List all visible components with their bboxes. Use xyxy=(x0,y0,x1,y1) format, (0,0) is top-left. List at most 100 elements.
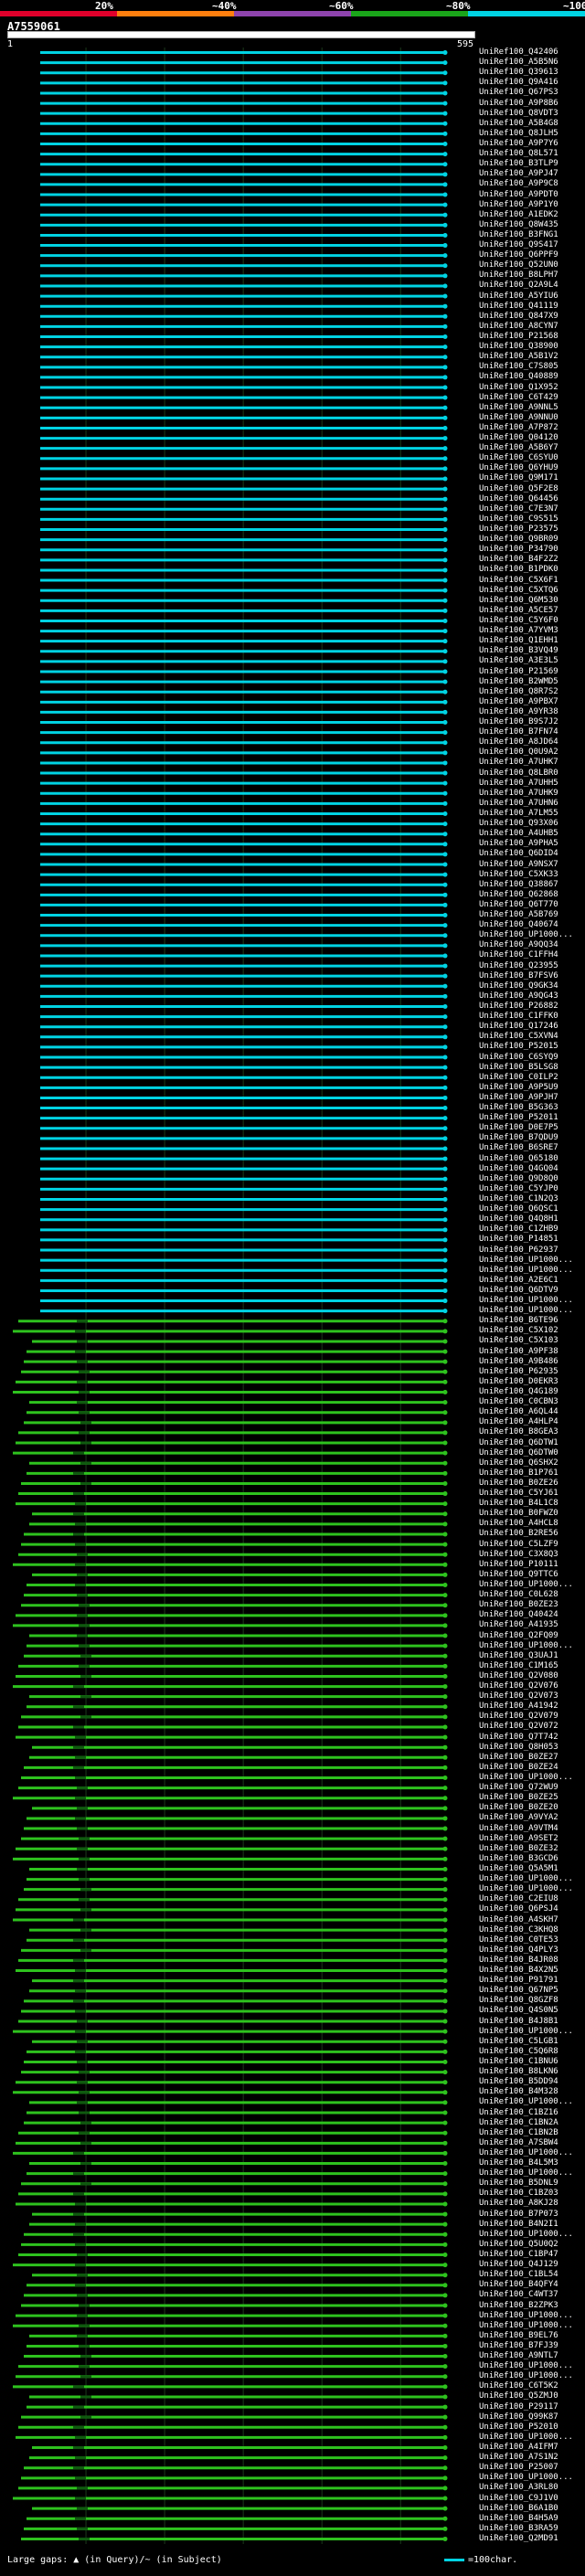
hit-label[interactable]: UniRef100_C5Q6R8 xyxy=(479,2047,558,2056)
hit-label[interactable]: UniRef100_Q17246 xyxy=(479,1023,558,1031)
hit-label[interactable]: UniRef100_Q8LBR0 xyxy=(479,769,558,778)
hit-label[interactable]: UniRef100_Q8H053 xyxy=(479,1743,558,1752)
hit-label[interactable]: UniRef100_Q6SHX2 xyxy=(479,1458,558,1468)
hit-label[interactable]: UniRef100_A5B6Y7 xyxy=(479,444,558,452)
hit-label[interactable]: UniRef100_B9EL76 xyxy=(479,2331,558,2340)
hit-label[interactable]: UniRef100_A41935 xyxy=(479,1621,558,1629)
hit-label[interactable]: UniRef100_B4J8B1 xyxy=(479,2017,558,2026)
hit-label[interactable]: UniRef100_A5CE57 xyxy=(479,606,558,615)
hit-label[interactable]: UniRef100_P52011 xyxy=(479,1114,558,1122)
hit-label[interactable]: UniRef100_Q9S417 xyxy=(479,241,558,249)
hit-label[interactable]: UniRef100_UP1000... xyxy=(479,1256,573,1265)
hit-label[interactable]: UniRef100_P52015 xyxy=(479,1043,558,1051)
hit-label[interactable]: UniRef100_Q64456 xyxy=(479,494,558,504)
hit-label[interactable]: UniRef100_C1BZ03 xyxy=(479,2189,558,2198)
hit-label[interactable]: UniRef100_B4N2I1 xyxy=(479,2220,558,2229)
hit-label[interactable]: UniRef100_B4M328 xyxy=(479,2088,558,2096)
hit-label[interactable]: UniRef100_Q4G189 xyxy=(479,1388,558,1396)
hit-label[interactable]: UniRef100_A3E3L5 xyxy=(479,657,558,665)
hit-label[interactable]: UniRef100_P34790 xyxy=(479,546,558,554)
hit-label[interactable]: UniRef100_A7UHH5 xyxy=(479,779,558,788)
hit-label[interactable]: UniRef100_A5B769 xyxy=(479,911,558,919)
hit-label[interactable]: UniRef100_Q6PSJ4 xyxy=(479,1905,558,1913)
hit-label[interactable]: UniRef100_A9B486 xyxy=(479,1357,558,1366)
hit-label[interactable]: UniRef100_D0E7P5 xyxy=(479,1124,558,1132)
hit-label[interactable]: UniRef100_Q2V080 xyxy=(479,1671,558,1680)
hit-label[interactable]: UniRef100_C1M165 xyxy=(479,1661,558,1670)
hit-label[interactable]: UniRef100_UP1000... xyxy=(479,1297,573,1305)
hit-label[interactable]: UniRef100_A9QQ34 xyxy=(479,941,558,949)
hit-label[interactable]: UniRef100_C1BN2B xyxy=(479,2128,558,2137)
hit-label[interactable]: UniRef100_P29117 xyxy=(479,2402,558,2412)
hit-label[interactable]: UniRef100_A9P7Y6 xyxy=(479,140,558,148)
hit-label[interactable]: UniRef100_A9YR38 xyxy=(479,707,558,716)
hit-label[interactable]: UniRef100_C5X6F1 xyxy=(479,576,558,585)
hit-label[interactable]: UniRef100_B2ZPK3 xyxy=(479,2301,558,2310)
hit-label[interactable]: UniRef100_Q9D8Q0 xyxy=(479,1174,558,1183)
hit-label[interactable]: UniRef100_B3GCD6 xyxy=(479,1854,558,1863)
hit-label[interactable]: UniRef100_B2RE56 xyxy=(479,1530,558,1538)
hit-label[interactable]: UniRef100_B7FN74 xyxy=(479,728,558,737)
hit-label[interactable]: UniRef100_C0L628 xyxy=(479,1591,558,1599)
hit-label[interactable]: UniRef100_C5Y6F0 xyxy=(479,616,558,625)
hit-label[interactable]: UniRef100_B0ZE32 xyxy=(479,1844,558,1853)
hit-label[interactable]: UniRef100_Q5A5M1 xyxy=(479,1864,558,1873)
hit-label[interactable]: UniRef100_Q52UN0 xyxy=(479,261,558,270)
hit-label[interactable]: UniRef100_C5LZF9 xyxy=(479,1540,558,1549)
hit-label[interactable]: UniRef100_B0FWZ0 xyxy=(479,1510,558,1518)
hit-label[interactable]: UniRef100_A9NNU0 xyxy=(479,413,558,422)
hit-label[interactable]: UniRef100_B0ZE27 xyxy=(479,1753,558,1762)
hit-label[interactable]: UniRef100_B4X2N5 xyxy=(479,1966,558,1975)
hit-label[interactable]: UniRef100_C6T5K2 xyxy=(479,2382,558,2390)
hit-label[interactable]: UniRef100_Q6DTV9 xyxy=(479,1286,558,1295)
hit-label[interactable]: UniRef100_Q23955 xyxy=(479,961,558,970)
hit-label[interactable]: UniRef100_C1N2Q3 xyxy=(479,1194,558,1203)
hit-label[interactable]: UniRef100_Q3UAJ1 xyxy=(479,1651,558,1660)
hit-label[interactable]: UniRef100_A9P5U9 xyxy=(479,1083,558,1092)
hit-label[interactable]: UniRef100_Q2FQ09 xyxy=(479,1631,558,1640)
hit-label[interactable]: UniRef100_B4JR08 xyxy=(479,1956,558,1965)
hit-label[interactable]: UniRef100_A9NTL7 xyxy=(479,2352,558,2360)
hit-label[interactable]: UniRef100_P21568 xyxy=(479,333,558,341)
hit-label[interactable]: UniRef100_Q4GQ04 xyxy=(479,1164,558,1173)
hit-label[interactable]: UniRef100_A41942 xyxy=(479,1702,558,1711)
hit-label[interactable]: UniRef100_UP1000... xyxy=(479,1875,573,1883)
hit-label[interactable]: UniRef100_Q42406 xyxy=(479,48,558,57)
hit-label[interactable]: UniRef100_C7S805 xyxy=(479,363,558,371)
hit-label[interactable]: UniRef100_P10111 xyxy=(479,1560,558,1569)
hit-label[interactable]: UniRef100_Q6DTW0 xyxy=(479,1448,558,1458)
hit-label[interactable]: UniRef100_Q6T770 xyxy=(479,900,558,909)
hit-label[interactable]: UniRef100_Q38867 xyxy=(479,880,558,889)
hit-label[interactable]: UniRef100_UP1000... xyxy=(479,2362,573,2370)
hit-label[interactable]: UniRef100_C5LGB1 xyxy=(479,2037,558,2046)
hit-label[interactable]: UniRef100_A3RL80 xyxy=(479,2484,558,2492)
hit-label[interactable]: UniRef100_UP1000... xyxy=(479,1581,573,1589)
hit-label[interactable]: UniRef100_Q93X06 xyxy=(479,820,558,828)
hit-label[interactable]: UniRef100_C0TE53 xyxy=(479,1935,558,1945)
hit-label[interactable]: UniRef100_A5YIU6 xyxy=(479,292,558,301)
hit-label[interactable]: UniRef100_C5YJP0 xyxy=(479,1184,558,1193)
hit-label[interactable]: UniRef100_B7FJ39 xyxy=(479,2341,558,2350)
hit-label[interactable]: UniRef100_Q40424 xyxy=(479,1611,558,1619)
hit-label[interactable]: UniRef100_B8LKN6 xyxy=(479,2068,558,2076)
hit-label[interactable]: UniRef100_A9PDT0 xyxy=(479,190,558,199)
hit-label[interactable]: UniRef100_C0CBN3 xyxy=(479,1398,558,1406)
hit-label[interactable]: UniRef100_P62935 xyxy=(479,1367,558,1376)
hit-label[interactable]: UniRef100_Q8R7S2 xyxy=(479,687,558,696)
hit-label[interactable]: UniRef100_A9NSX7 xyxy=(479,860,558,869)
hit-label[interactable]: UniRef100_A8JD64 xyxy=(479,738,558,747)
hit-label[interactable]: UniRef100_UP1000... xyxy=(479,2311,573,2320)
hit-label[interactable]: UniRef100_B7QDU9 xyxy=(479,1134,558,1142)
hit-label[interactable]: UniRef100_UP1000... xyxy=(479,2027,573,2036)
hit-label[interactable]: UniRef100_UP1000... xyxy=(479,2098,573,2106)
hit-label[interactable]: UniRef100_C7E3N7 xyxy=(479,504,558,514)
hit-label[interactable]: UniRef100_A5B5N6 xyxy=(479,58,558,67)
hit-label[interactable]: UniRef100_A7UHK7 xyxy=(479,758,558,767)
hit-label[interactable]: UniRef100_A8CYN7 xyxy=(479,322,558,331)
hit-label[interactable]: UniRef100_A9VYA2 xyxy=(479,1814,558,1822)
hit-label[interactable]: UniRef100_Q8W435 xyxy=(479,220,558,229)
hit-label[interactable]: UniRef100_B5G363 xyxy=(479,1104,558,1112)
hit-label[interactable]: UniRef100_Q1X952 xyxy=(479,383,558,392)
hit-label[interactable]: UniRef100_Q39613 xyxy=(479,69,558,77)
hit-label[interactable]: UniRef100_Q62868 xyxy=(479,890,558,899)
